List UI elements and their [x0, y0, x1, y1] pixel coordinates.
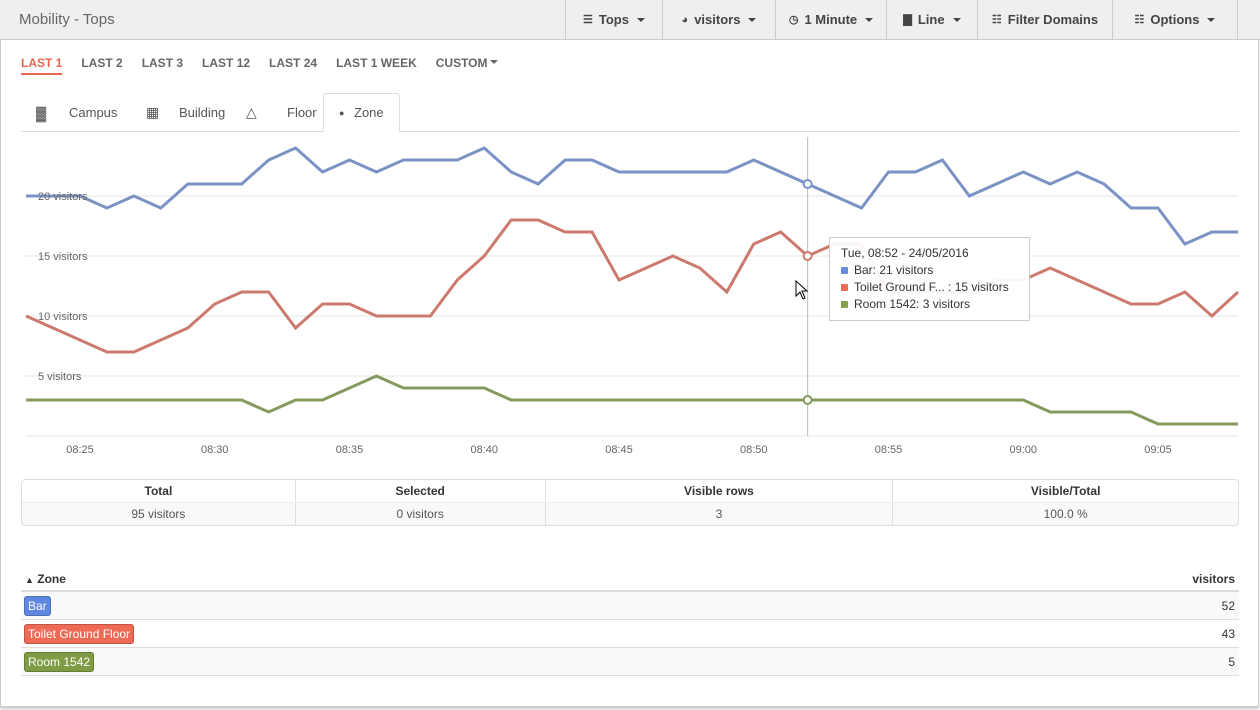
building-icon: ▦ — [146, 104, 160, 120]
toolbar-tops-button[interactable]: ☰ Tops — [565, 0, 662, 39]
legend-marker — [841, 284, 848, 291]
x-tick-label: 09:05 — [1144, 444, 1172, 456]
zone-table-header: ▲︎ Zone visitors — [21, 568, 1239, 592]
level-tabs: ▓ Campus ▦ Building △ Floor ● Zone — [21, 93, 1239, 132]
series-line-3 — [26, 374, 1238, 426]
summary-value: 3 — [546, 503, 894, 525]
hover-point — [802, 179, 813, 189]
zone-visitors-value: 52 — [1221, 598, 1235, 613]
zone-table: ▲︎ Zone visitors Bar 52 Toilet Ground Floo… — [21, 568, 1239, 676]
caret-down-icon — [1207, 17, 1216, 22]
table-row[interactable]: Bar 52 — [21, 592, 1239, 620]
toolbar-visitors-button[interactable]: ◕ visitors — [662, 0, 775, 39]
range-last-12[interactable]: LAST 12 — [202, 56, 250, 75]
caret-down-icon — [865, 17, 874, 22]
x-tick-label: 08:55 — [875, 444, 903, 456]
mouse-cursor-icon — [795, 280, 809, 300]
range-custom[interactable]: CUSTOM — [436, 56, 498, 75]
table-row[interactable]: Room 1542 5 — [21, 648, 1239, 676]
caret-down-icon — [952, 17, 961, 22]
summary-header: Total — [22, 480, 296, 502]
x-tick-label: 09:00 — [1009, 444, 1037, 456]
y-tick-label: 20 visitors — [38, 191, 88, 203]
x-tick-label: 08:25 — [66, 444, 94, 456]
summary-table: Total Selected Visible rows Visible/Total 9… — [21, 479, 1239, 526]
toolbar-filter-domains-button[interactable]: ☷ Filter Domains — [977, 0, 1112, 39]
legend-marker — [841, 267, 848, 274]
toolbar-1-minute-button[interactable]: ◷ 1 Minute — [775, 0, 886, 39]
tooltip-item: Room 1542: 3 visitors — [841, 296, 1018, 313]
zone-badge[interactable]: Room 1542 — [24, 651, 95, 672]
time-range-selector: LAST 1 LAST 2 LAST 3 LAST 12 LAST 24 LAST 1 W… — [21, 56, 498, 75]
summary-header: Selected — [296, 480, 546, 502]
toolbar-options-button[interactable]: ☷ Options — [1112, 0, 1238, 39]
tooltip-title: Tue, 08:52 - 24/05/2016 — [841, 246, 969, 260]
series-line-2 — [25, 218, 1240, 354]
x-tick-label: 08:30 — [201, 444, 229, 456]
chart-tooltip: Tue, 08:52 - 24/05/2016 Bar: 21 visitors… — [829, 237, 1030, 321]
tab-building[interactable]: ▦ Building — [131, 93, 231, 132]
range-last-1[interactable]: LAST 1 — [21, 56, 63, 75]
legend-marker — [841, 301, 848, 308]
x-tick-label: 08:45 — [605, 444, 633, 456]
range-last-3[interactable]: LAST 3 — [142, 56, 183, 75]
range-last-1-week[interactable]: LAST 1 WEEK — [336, 56, 417, 75]
caret-down-icon — [489, 60, 498, 67]
tab-zone[interactable]: ● Zone — [323, 93, 400, 132]
y-tick-label: 10 visitors — [38, 311, 88, 323]
caret-down-icon — [748, 17, 757, 22]
bar-chart-icon: ▇ — [903, 14, 912, 26]
zone-visitors-value: 5 — [1228, 654, 1235, 669]
zone-badge[interactable]: Toilet Ground Floor — [24, 623, 135, 644]
summary-header: Visible rows — [546, 480, 894, 502]
map-marker-icon: ● — [339, 107, 345, 118]
dashboard-icon: ◕ — [681, 13, 689, 26]
campus-icon: ▓ — [36, 104, 47, 121]
x-tick-label: 08:50 — [740, 444, 768, 456]
x-tick-label: 08:40 — [470, 444, 498, 456]
line-chart: 5 visitors 10 visitors 15 visitors 20 visit… — [20, 132, 1240, 462]
caret-down-icon — [636, 17, 645, 22]
toolbar-line-button[interactable]: ▇ Line — [886, 0, 977, 39]
table-row[interactable]: Toilet Ground Floor 43 — [21, 620, 1239, 648]
hover-point — [802, 395, 813, 405]
y-tick-label: 15 visitors — [38, 251, 88, 263]
tab-floor[interactable]: △ Floor — [231, 93, 323, 132]
x-tick-label: 08:35 — [336, 444, 364, 456]
summary-value: 0 visitors — [296, 503, 546, 525]
y-tick-label: 5 visitors — [38, 371, 82, 383]
tooltip-item: Toilet Ground F... : 15 visitors — [841, 279, 1018, 296]
summary-value: 95 visitors — [22, 503, 296, 525]
zone-badge[interactable]: Bar — [24, 595, 51, 616]
visitors-header[interactable]: visitors — [1192, 572, 1235, 586]
summary-header: Visible/Total — [1030, 484, 1101, 498]
sort-icon: ▲︎ — [25, 575, 34, 585]
hover-point — [802, 251, 813, 261]
summary-value: 100.0 % — [1043, 507, 1088, 521]
tab-campus[interactable]: ▓ Campus — [21, 93, 131, 132]
chart-svg: 5 visitors 10 visitors 15 visitors 20 visit… — [25, 137, 1240, 456]
clock-icon: ◷ — [788, 14, 799, 26]
tooltip-item: Bar: 21 visitors — [841, 262, 1018, 279]
zone-visitors-value: 43 — [1221, 626, 1235, 641]
range-last-2[interactable]: LAST 2 — [81, 56, 122, 75]
sort-zone-header[interactable]: ▲︎ Zone — [25, 572, 66, 586]
top-bar: Mobility - Tops ☰ Tops ◕ visitors ◷ 1 Minute ▇… — [0, 0, 1260, 40]
grid-icon: ☷ — [1134, 14, 1145, 26]
floor-map-icon: △ — [246, 104, 257, 120]
list-icon: ☷ — [991, 14, 1002, 26]
server-icon: ☰ — [583, 14, 593, 26]
range-last-24[interactable]: LAST 24 — [269, 56, 317, 75]
page-title: Mobility - Tops — [19, 11, 115, 28]
